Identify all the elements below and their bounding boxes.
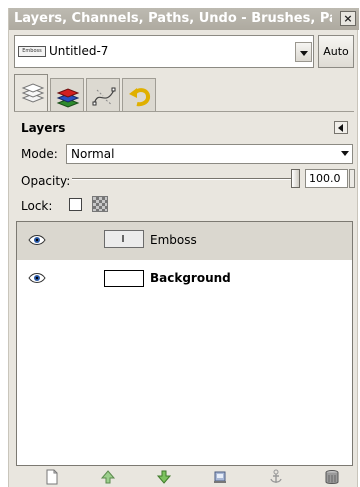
mode-select[interactable]: Normal — [66, 144, 353, 164]
emboss-mark — [122, 235, 124, 242]
new-layer-icon[interactable] — [43, 469, 61, 485]
tab-paths[interactable] — [86, 78, 120, 112]
dock-tabs — [14, 74, 354, 112]
layer-row[interactable]: Background — [17, 260, 352, 298]
undo-tab-icon — [129, 88, 151, 107]
layers-tab-icon — [21, 83, 45, 103]
layers-dock-window: Layers, Channels, Paths, Undo - Brushes,… — [8, 8, 359, 487]
mode-label: Mode: — [21, 147, 58, 161]
opacity-input[interactable]: 100.0 — [305, 169, 348, 188]
auto-button[interactable]: Auto — [318, 35, 354, 68]
layer-thumbnail — [104, 230, 144, 248]
tab-layers[interactable] — [14, 74, 48, 112]
anchor-layer-icon[interactable] — [267, 469, 285, 485]
layer-row[interactable]: Emboss — [17, 222, 352, 260]
title-bar[interactable]: Layers, Channels, Paths, Undo - Brushes,… — [9, 8, 359, 30]
image-thumbnail: Emboss — [18, 46, 46, 57]
mode-value: Normal — [71, 147, 115, 161]
chevron-down-icon — [341, 151, 349, 156]
chevron-down-icon[interactable] — [295, 42, 312, 62]
duplicate-layer-icon[interactable] — [211, 469, 229, 485]
paths-tab-icon — [92, 87, 116, 106]
image-name: Untitled-7 — [49, 44, 109, 58]
image-selector[interactable]: Emboss Untitled-7 — [14, 35, 314, 68]
lock-alpha-icon — [92, 196, 108, 212]
layer-toolbar — [16, 467, 353, 487]
raise-layer-icon[interactable] — [99, 469, 117, 485]
lock-checkbox[interactable] — [69, 198, 82, 211]
opacity-label: Opacity: — [21, 174, 71, 188]
opacity-slider-handle[interactable] — [291, 169, 300, 188]
channels-tab-icon — [56, 88, 80, 108]
layer-name: Emboss — [150, 233, 197, 247]
lower-layer-icon[interactable] — [155, 469, 173, 485]
panel-menu-button[interactable] — [334, 121, 348, 134]
delete-layer-icon[interactable] — [323, 469, 341, 485]
eye-icon[interactable] — [28, 234, 46, 246]
layer-name: Background — [150, 271, 231, 285]
tab-undo[interactable] — [122, 78, 156, 112]
opacity-spin-buttons[interactable] — [349, 169, 355, 188]
tab-divider — [14, 111, 354, 112]
layer-list: Emboss Background — [16, 221, 353, 466]
opacity-slider[interactable] — [72, 178, 292, 180]
close-button[interactable]: × — [340, 11, 356, 26]
eye-icon[interactable] — [28, 272, 46, 284]
lock-label: Lock: — [21, 199, 53, 213]
layer-thumbnail — [104, 270, 144, 287]
tab-channels[interactable] — [50, 78, 84, 112]
panel-title: Layers — [21, 121, 66, 135]
window-title: Layers, Channels, Paths, Undo - Brushes,… — [14, 11, 332, 26]
